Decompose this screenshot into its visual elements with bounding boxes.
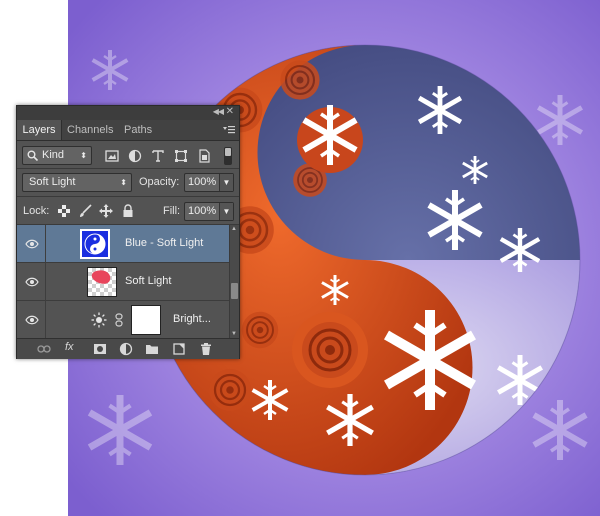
tab-channels-label: Channels	[67, 124, 114, 136]
layers-scrollbar[interactable]: ▲ ▼	[229, 225, 239, 338]
close-icon[interactable]: ✕	[226, 106, 234, 117]
tab-channels[interactable]: Channels	[67, 120, 123, 140]
lock-move-icon[interactable]	[99, 204, 113, 218]
trash-icon[interactable]	[199, 342, 213, 356]
scrollbar-thumb[interactable]	[231, 283, 238, 299]
lock-row: Lock: Fill: 100% ▼	[17, 197, 239, 224]
scroll-up-icon[interactable]: ▲	[231, 226, 237, 232]
lock-label: Lock:	[23, 205, 50, 217]
layer-thumbnail	[80, 229, 110, 259]
blend-mode-select[interactable]: Soft Light ⬍	[22, 173, 132, 192]
scroll-down-icon[interactable]: ▼	[231, 331, 237, 337]
opacity-label: Opacity:	[139, 176, 180, 188]
shape-filter-icon[interactable]	[174, 149, 188, 163]
dropdown-arrow-icon[interactable]: ▼	[219, 174, 233, 191]
pink-shape-thumb-icon	[91, 270, 111, 284]
layer-thumbnail	[87, 267, 117, 297]
tab-paths[interactable]: Paths	[124, 120, 164, 140]
opacity-value: 100%	[188, 176, 217, 188]
blend-row: Soft Light ⬍ Opacity: 100% ▼	[17, 169, 239, 196]
updown-icon: ⬍	[120, 178, 127, 187]
panel-tab-bar: Layers Channels Paths	[17, 120, 239, 141]
lock-all-icon[interactable]	[121, 204, 135, 218]
opacity-field[interactable]: 100% ▼	[184, 173, 234, 192]
layers-panel: ◀◀ ✕ Layers Channels Paths Kind ⬍ Soft L…	[16, 105, 240, 359]
image-filter-icon[interactable]	[105, 149, 119, 163]
panel-title-strip: ◀◀ ✕	[17, 106, 239, 120]
filter-kind-select[interactable]: Kind ⬍	[22, 146, 92, 165]
updown-icon: ⬍	[80, 151, 87, 160]
tab-layers[interactable]: Layers	[17, 120, 62, 140]
layer-row-soft-light[interactable]: Soft Light	[17, 263, 229, 301]
layer-name[interactable]: Blue - Soft Light	[125, 237, 203, 249]
dropdown-arrow-icon[interactable]: ▼	[219, 203, 233, 220]
type-filter-icon[interactable]	[151, 149, 165, 163]
tab-paths-label: Paths	[124, 124, 153, 136]
brightness-icon	[91, 312, 107, 328]
panel-menu-icon[interactable]	[223, 125, 235, 135]
eye-icon[interactable]	[25, 238, 39, 250]
filter-row: Kind ⬍	[17, 142, 239, 168]
adjustment-icon[interactable]	[119, 342, 133, 356]
adjustment-filter-icon[interactable]	[128, 149, 142, 163]
lock-transparent-icon[interactable]	[57, 204, 71, 218]
eye-icon[interactable]	[25, 276, 39, 288]
blend-mode-value: Soft Light	[29, 176, 76, 188]
layer-mask-thumbnail[interactable]	[131, 305, 161, 335]
tab-layers-label: Layers	[22, 124, 56, 136]
chain-link-icon[interactable]	[115, 313, 123, 327]
filter-kind-value: Kind	[42, 149, 65, 161]
fill-field[interactable]: 100% ▼	[184, 202, 234, 221]
layer-row-brightness[interactable]: Bright...	[17, 301, 229, 338]
layers-list: Blue - Soft Light Soft Light Bright... ▲…	[17, 225, 239, 338]
collapse-icon[interactable]: ◀◀	[213, 107, 224, 116]
mask-icon[interactable]	[93, 342, 107, 356]
fx-icon[interactable]: fx	[65, 341, 74, 355]
filter-toggle-switch[interactable]	[224, 147, 232, 165]
fill-label: Fill:	[163, 205, 181, 217]
smartobject-filter-icon[interactable]	[197, 149, 211, 163]
fill-value: 100%	[188, 205, 217, 217]
search-icon	[27, 150, 38, 161]
layer-row-blue-soft-light[interactable]: Blue - Soft Light	[17, 225, 229, 263]
layer-name[interactable]: Soft Light	[125, 275, 171, 287]
yin-yang-thumb-icon	[84, 233, 106, 255]
folder-icon[interactable]	[145, 342, 159, 356]
lock-brush-icon[interactable]	[78, 204, 92, 218]
layers-bottom-bar: fx	[17, 338, 239, 359]
eye-icon[interactable]	[25, 314, 39, 326]
new-layer-icon[interactable]	[172, 342, 186, 356]
link-layers-icon[interactable]	[37, 342, 51, 356]
layer-name[interactable]: Bright...	[173, 313, 211, 325]
